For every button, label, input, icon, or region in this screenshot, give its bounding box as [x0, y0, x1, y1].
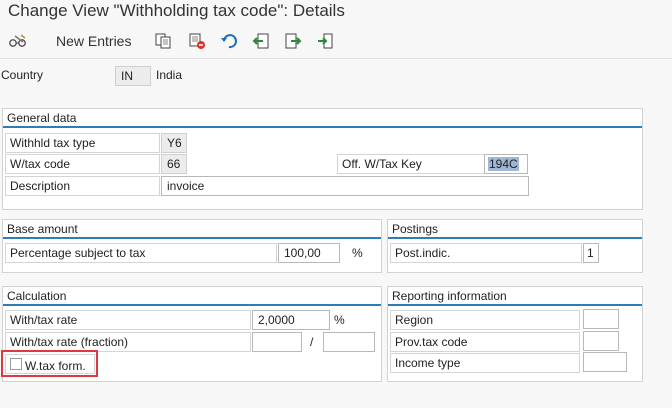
toolbar: New Entries — [0, 28, 672, 54]
percentage-label: Percentage subject to tax — [5, 243, 277, 263]
toolbar-separator — [0, 58, 672, 59]
reporting-info-panel: Reporting information Region Prov.tax co… — [387, 286, 643, 382]
country-name: India — [156, 68, 183, 82]
tax-rate-field[interactable]: 2,0000 — [252, 310, 330, 330]
post-indic-field[interactable]: 1 — [583, 243, 599, 263]
delete-icon — [189, 33, 205, 49]
display-change-button[interactable] — [6, 28, 30, 54]
post-indic-label: Post.indic. — [390, 243, 582, 263]
percentage-unit: % — [352, 246, 363, 260]
general-data-panel: General data Withhld tax type Y6 W/tax c… — [2, 108, 643, 210]
base-amount-header: Base amount — [3, 220, 381, 239]
new-entries-button[interactable]: New Entries — [56, 28, 132, 54]
percentage-field[interactable]: 100,00 — [278, 243, 340, 263]
previous-entry-button[interactable] — [250, 28, 272, 54]
previous-entry-icon — [252, 33, 269, 49]
general-data-header: General data — [3, 109, 642, 128]
prov-tax-code-label: Prov.tax code — [390, 332, 580, 352]
select-button[interactable] — [314, 28, 336, 54]
description-label: Description — [5, 176, 160, 196]
select-icon — [318, 33, 333, 49]
country-label: Country — [1, 68, 44, 82]
description-field[interactable]: invoice — [161, 176, 529, 196]
off-tax-key-value: 194C — [488, 157, 519, 171]
reporting-info-header: Reporting information — [388, 287, 642, 306]
delete-button[interactable] — [186, 28, 208, 54]
highlight-box — [1, 350, 98, 377]
next-entry-icon — [285, 33, 302, 49]
base-amount-panel: Base amount Percentage subject to tax 10… — [2, 219, 382, 273]
off-tax-key-label: Off. W/Tax Key — [337, 154, 485, 174]
country-code-field[interactable]: IN — [115, 66, 151, 86]
fraction-denominator-field[interactable] — [323, 332, 375, 352]
tax-type-field[interactable]: Y6 — [161, 133, 187, 153]
copy-button[interactable] — [152, 28, 174, 54]
tax-code-label: W/tax code — [5, 154, 160, 174]
calculation-header: Calculation — [3, 287, 381, 306]
postings-panel: Postings Post.indic. 1 — [387, 219, 643, 273]
tax-type-label: Withhld tax type — [5, 133, 160, 153]
income-type-label: Income type — [390, 353, 580, 373]
off-tax-key-field[interactable]: 194C — [484, 154, 528, 174]
tax-rate-label: With/tax rate — [5, 310, 251, 330]
next-entry-button[interactable] — [282, 28, 304, 54]
income-type-field[interactable] — [583, 352, 627, 372]
fraction-separator: / — [310, 335, 314, 349]
undo-icon — [221, 34, 237, 49]
glasses-icon — [9, 34, 26, 47]
page-title: Change View "Withholding tax code": Deta… — [8, 1, 345, 20]
fraction-numerator-field[interactable] — [252, 332, 302, 352]
postings-header: Postings — [388, 220, 642, 239]
prov-tax-code-field[interactable] — [583, 331, 619, 351]
undo-button[interactable] — [218, 28, 240, 54]
region-field[interactable] — [583, 309, 619, 329]
tax-rate-fraction-label: With/tax rate (fraction) — [5, 332, 251, 352]
tax-code-field[interactable]: 66 — [161, 154, 187, 174]
tax-rate-unit: % — [334, 313, 345, 327]
copy-icon — [155, 33, 171, 49]
region-label: Region — [390, 310, 580, 330]
